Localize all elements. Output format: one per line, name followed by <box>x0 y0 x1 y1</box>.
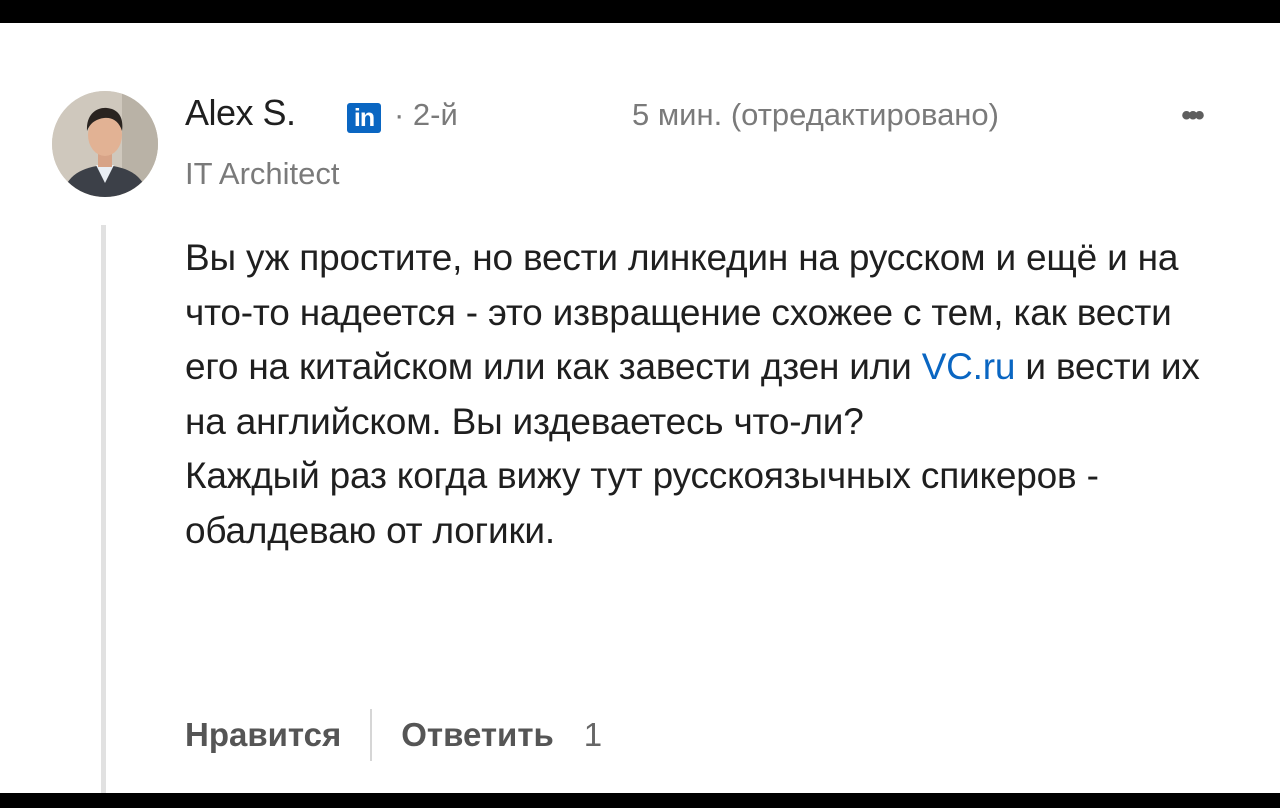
avatar[interactable] <box>52 91 158 197</box>
comment-timestamp: 5 мин. (отредактировано) <box>632 97 999 132</box>
comment-paragraph-1: Вы уж простите, но вести линкедин на рус… <box>185 231 1225 449</box>
connection-degree: · 2-й <box>394 97 458 132</box>
reply-count[interactable]: 1 <box>584 716 602 754</box>
reply-button[interactable]: Ответить <box>401 716 554 754</box>
author-headline: IT Architect <box>185 156 340 191</box>
vc-ru-link[interactable]: VC.ru <box>922 346 1016 387</box>
ellipsis-icon[interactable]: ••• <box>1166 101 1216 131</box>
comment-card: Alex S. in · 2-й 5 мин. (отредактировано… <box>0 23 1280 793</box>
thread-line <box>101 225 106 793</box>
actions-divider <box>370 709 373 761</box>
comment-actions: Нравится Ответить 1 <box>185 709 602 761</box>
like-button[interactable]: Нравится <box>185 716 341 754</box>
linkedin-icon: in <box>347 103 381 133</box>
author-name[interactable]: Alex S. <box>185 95 296 131</box>
comment-text: Вы уж простите, но вести линкедин на рус… <box>185 231 1225 558</box>
avatar-photo <box>52 91 158 197</box>
comment-paragraph-2: Каждый раз когда вижу тут русскоязычных … <box>185 455 1099 551</box>
